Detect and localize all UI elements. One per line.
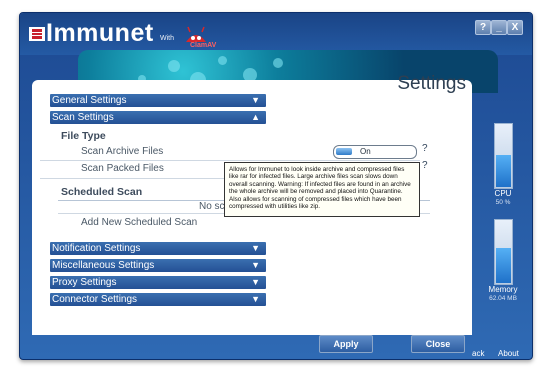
expand-arrow-icon: ▼: [251, 260, 260, 270]
scan-packed-files-label: Scan Packed Files: [81, 163, 164, 174]
close-button[interactable]: Close: [411, 335, 465, 353]
cpu-meter-fill: [496, 155, 511, 187]
toggle-state-label: On: [360, 147, 371, 156]
page-title: Settings: [397, 73, 466, 94]
memory-value: 62.04 MB: [489, 295, 517, 302]
section-miscellaneous-settings[interactable]: Miscellaneous Settings ▼: [50, 259, 266, 272]
toggle-knob: [336, 148, 352, 155]
file-type-heading: File Type: [61, 130, 106, 142]
cpu-meter: [494, 123, 513, 189]
clamav-logo-text: ClamAV: [190, 42, 217, 49]
section-label: Connector Settings: [52, 294, 138, 305]
expand-arrow-icon: ▼: [251, 277, 260, 287]
divider: [40, 160, 420, 161]
section-label: Notification Settings: [52, 243, 141, 254]
back-link[interactable]: ack: [472, 349, 484, 358]
section-general-settings[interactable]: General Settings ▼: [50, 94, 266, 107]
no-schedule-text: No sc: [199, 201, 225, 212]
memory-meter: [494, 219, 513, 285]
section-notification-settings[interactable]: Notification Settings ▼: [50, 242, 266, 255]
expand-arrow-icon: ▼: [251, 243, 260, 253]
expand-arrow-icon: ▼: [251, 95, 260, 105]
memory-label: Memory: [488, 285, 518, 294]
add-scheduled-scan-link[interactable]: Add New Scheduled Scan: [81, 217, 197, 228]
section-connector-settings[interactable]: Connector Settings ▼: [50, 293, 266, 306]
section-label: Scan Settings: [52, 112, 114, 123]
close-window-button[interactable]: X: [507, 20, 523, 35]
help-packed-icon[interactable]: ?: [422, 160, 428, 171]
help-archive-icon[interactable]: ?: [422, 143, 428, 154]
section-scan-settings[interactable]: Scan Settings ▲: [50, 111, 266, 124]
section-proxy-settings[interactable]: Proxy Settings ▼: [50, 276, 266, 289]
section-label: General Settings: [52, 95, 127, 106]
scheduled-scan-heading: Scheduled Scan: [61, 186, 143, 198]
apply-button[interactable]: Apply: [319, 335, 373, 353]
cpu-value: 50 %: [495, 199, 511, 206]
immunet-logo-icon: [29, 27, 45, 41]
cpu-label: CPU: [494, 189, 512, 198]
section-label: Proxy Settings: [52, 277, 117, 288]
archive-help-tooltip: Allows for Immunet to look inside archiv…: [224, 162, 420, 217]
with-label: With: [160, 35, 174, 42]
scan-archive-toggle[interactable]: On: [333, 145, 417, 159]
memory-meter-fill: [496, 248, 511, 283]
scan-archive-files-label: Scan Archive Files: [81, 146, 164, 157]
about-link[interactable]: About: [498, 349, 519, 358]
app-logo-text: Immunet: [46, 19, 154, 47]
help-button[interactable]: ?: [475, 20, 491, 35]
minimize-button[interactable]: _: [491, 20, 507, 35]
collapse-arrow-icon: ▲: [251, 112, 260, 122]
expand-arrow-icon: ▼: [251, 294, 260, 304]
title-bar: Immunet With ClamAV ? _ X: [20, 13, 532, 55]
section-label: Miscellaneous Settings: [52, 260, 155, 271]
